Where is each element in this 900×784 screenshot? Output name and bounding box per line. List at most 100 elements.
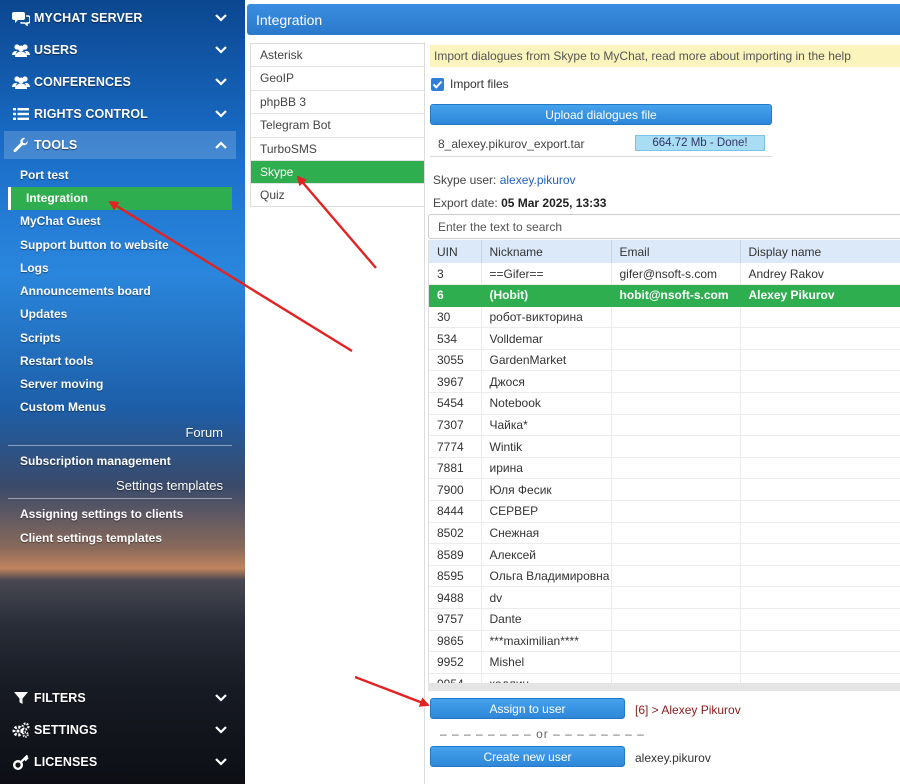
sidebar-item-logs[interactable]: Logs [20,261,49,275]
table-row[interactable]: 7307 Чайка* [429,414,900,437]
nickname-cell: робот-викторина [481,306,612,329]
uin-cell: 9865 [429,630,482,653]
table-row[interactable]: 3967 Джося [429,370,900,394]
skype-user-row: Skype user: alexey.pikurov [433,173,576,187]
import-files-checkbox[interactable] [431,77,444,91]
email-cell [611,586,741,609]
chevron-down-icon [215,46,227,54]
display-name-cell [740,608,900,631]
sidebar-item-client-settings-templates[interactable]: Client settings templates [20,531,162,545]
sidebar-item-custom-menus[interactable]: Custom Menus [20,400,106,414]
sidebar-item-port-test[interactable]: Port test [20,168,69,182]
nickname-cell: Джося [481,370,612,394]
export-date-label: Export date: [433,196,498,210]
table-row[interactable]: 9757 Dante [429,608,900,631]
display-name-cell [740,565,900,588]
table-row[interactable]: 6 (Hobit) hobit@nsoft-s.com Alexey Pikurov [429,284,900,307]
sidebar-section-rights-control[interactable]: RIGHTS CONTROL [4,100,236,128]
sidebar-section-users[interactable]: USERS [4,36,236,64]
table-row[interactable]: 8595 Ольга Владимировна [429,565,900,588]
sidebar-section-mychat-server[interactable]: MYCHAT SERVER [4,4,236,32]
integration-item-turbosms[interactable]: TurboSMS [251,138,424,161]
import-files-row[interactable]: Import files [431,77,509,91]
nickname-cell: ***maximilian**** [481,630,612,653]
assign-to-user-button[interactable]: Assign to user [430,698,625,719]
email-cell [611,543,741,566]
sidebar-item-announcements-board[interactable]: Announcements board [20,284,151,298]
export-date-row: Export date: 05 Mar 2025, 13:33 [433,196,606,210]
integration-item-quiz[interactable]: Quiz [251,184,424,207]
display-name-cell [740,370,900,394]
sidebar-item-restart-tools[interactable]: Restart tools [20,354,93,368]
panel-divider [424,42,425,784]
table-row[interactable]: 534 Volldemar [429,327,900,350]
users-table: UIN Nickname Email Display name 3 ==Gifer… [428,240,900,690]
integration-item-phpbb[interactable]: phpBB 3 [251,91,424,115]
table-row[interactable]: 8444 СЕРВЕР [429,500,900,523]
sidebar-section-conferences[interactable]: CONFERENCES [4,68,236,96]
column-header-email[interactable]: Email [611,240,741,263]
table-row[interactable]: 5454 Notebook [429,392,900,415]
email-cell [611,651,741,674]
table-body: 3 ==Gifer== gifer@nsoft-s.com Andrey Rakov 6… [429,263,900,690]
table-row[interactable]: 9488 dv [429,586,900,609]
sidebar-item-server-moving[interactable]: Server moving [20,377,103,391]
display-name-cell [740,630,900,653]
arrow-to-assign-button [354,675,430,707]
filter-icon [12,689,30,707]
uin-cell: 7774 [429,435,482,458]
list-icon [12,105,30,123]
checkmark-icon [432,80,443,89]
display-name-cell [740,478,900,502]
integration-item-skype[interactable]: Skype [251,160,424,185]
table-row[interactable]: 9952 Mishel [429,651,900,674]
horizontal-scrollbar[interactable] [428,683,900,691]
uin-cell: 5454 [429,392,482,415]
nickname-cell: Wintik [481,435,612,458]
table-row[interactable]: 3055 GardenMarket [429,349,900,372]
chevron-down-icon [215,110,227,118]
email-cell [611,435,741,458]
table-row[interactable]: 8589 Алексей [429,543,900,566]
skype-user-link[interactable]: alexey.pikurov [500,173,576,187]
column-header-display-name[interactable]: Display name [740,240,900,263]
sidebar-item-mychat-guest[interactable]: MyChat Guest [20,214,101,228]
upload-dialogues-button[interactable]: Upload dialogues file [430,104,772,125]
table-row[interactable]: 9865 ***maximilian**** [429,630,900,653]
sidebar-section-tools[interactable]: TOOLS [4,131,236,159]
sidebar-item-integration[interactable]: Integration [8,187,232,210]
display-name-cell: Alexey Pikurov [740,284,900,307]
nickname-cell: dv [481,586,612,609]
nickname-cell: Алексей [481,543,612,566]
sidebar-item-support-button[interactable]: Support button to website [20,238,169,252]
sidebar-section-licenses[interactable]: LICENSES [4,748,236,776]
email-cell [611,370,741,394]
sidebar-section-settings[interactable]: SETTINGS [4,716,236,744]
integration-item-telegram-bot[interactable]: Telegram Bot [251,114,424,138]
email-cell [611,478,741,502]
nickname-cell: (Hobit) [481,284,612,307]
sidebar-section-filters[interactable]: FILTERS [4,684,236,712]
email-cell: gifer@nsoft-s.com [611,263,741,286]
sidebar-item-updates[interactable]: Updates [20,307,67,321]
table-row[interactable]: 7774 Wintik [429,435,900,458]
info-banner: Import dialogues from Skype to MyChat, r… [430,45,900,67]
search-input[interactable] [428,214,900,239]
column-header-uin[interactable]: UIN [429,240,482,263]
nickname-cell: Чайка* [481,414,612,437]
sidebar-item-subscription-management[interactable]: Subscription management [20,454,171,468]
email-cell [611,392,741,415]
integration-item-asterisk[interactable]: Asterisk [251,44,424,68]
sidebar-item-scripts[interactable]: Scripts [20,331,61,345]
table-row[interactable]: 30 робот-викторина [429,306,900,329]
sidebar-item-assigning-settings[interactable]: Assigning settings to clients [20,507,183,521]
column-header-nickname[interactable]: Nickname [481,240,612,263]
table-row[interactable]: 7900 Юля Фесик [429,478,900,502]
email-cell [611,608,741,631]
create-new-user-button[interactable]: Create new user [430,746,625,767]
table-row[interactable]: 3 ==Gifer== gifer@nsoft-s.com Andrey Rakov [429,263,900,286]
table-row[interactable]: 8502 Снежная [429,522,900,545]
table-row[interactable]: 7881 ирина [429,457,900,480]
integration-item-geoip[interactable]: GeoIP [251,67,424,91]
email-cell [611,500,741,523]
